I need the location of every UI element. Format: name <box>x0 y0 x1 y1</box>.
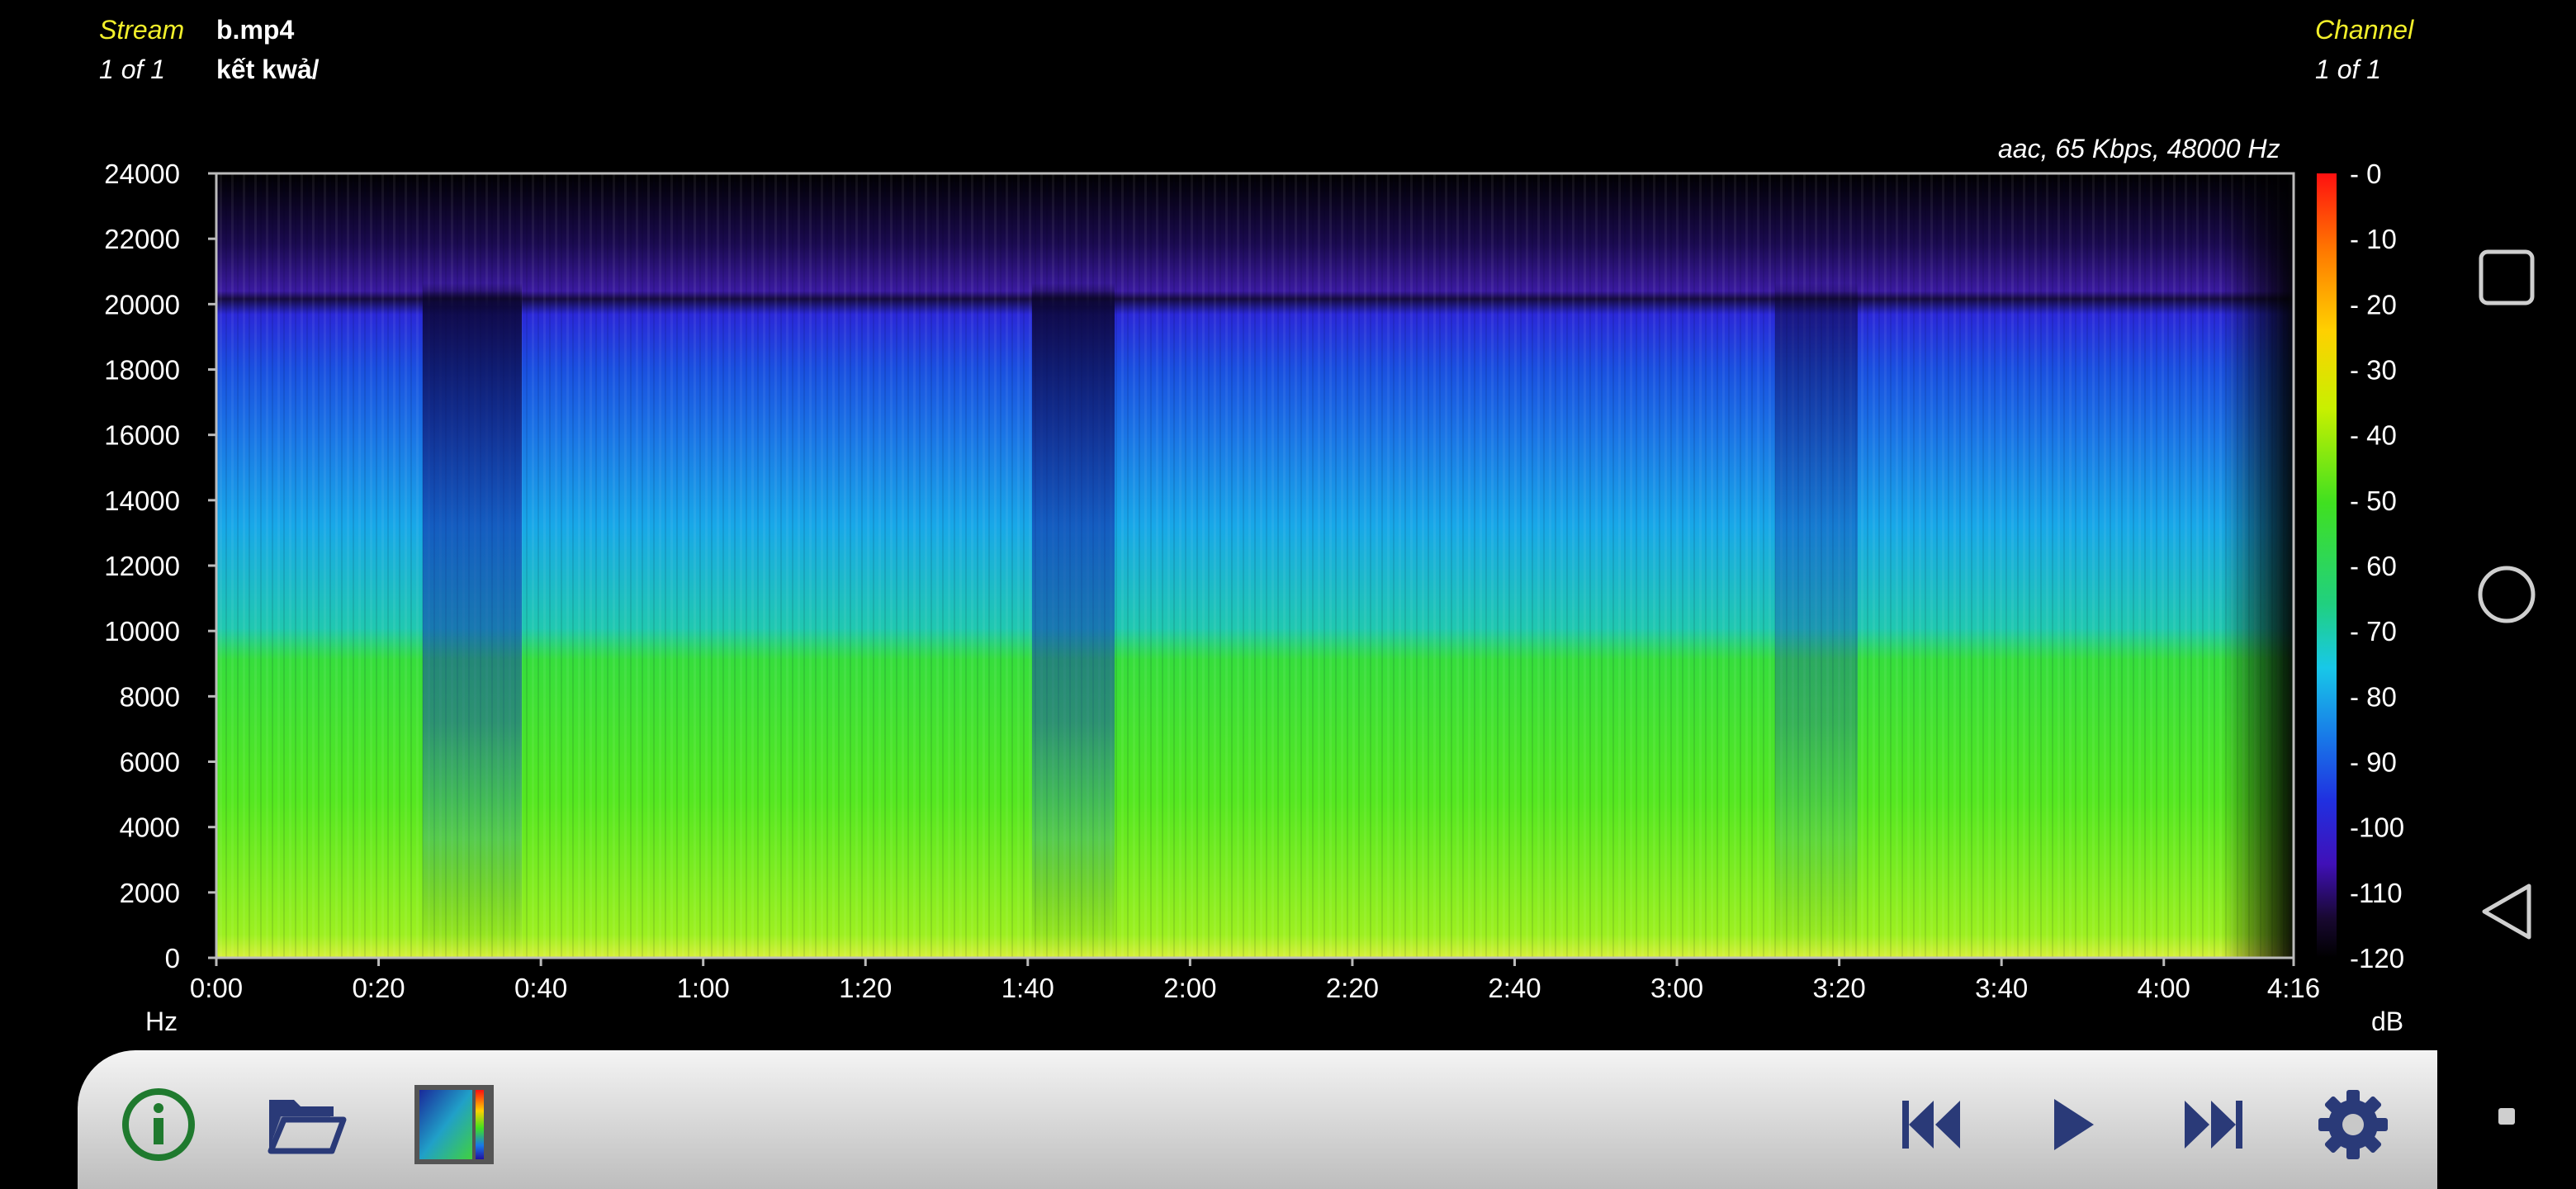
square-icon <box>2479 249 2535 306</box>
quiet-region-2 <box>1032 173 1115 958</box>
x-tick-label: 4:00 <box>2138 973 2190 1003</box>
x-tick-label: 3:20 <box>1813 973 1866 1003</box>
y-tick-label: 16000 <box>104 420 180 451</box>
db-scale-ticks: - 0 - 10 - 20 - 30 - 40 - 50 - 60 - 70 - 80 - 90 -… <box>2350 159 2404 973</box>
y-tick-label: 20000 <box>104 289 180 320</box>
bottom-toolbar <box>78 1050 2437 1189</box>
y-tick-label: 12000 <box>104 551 180 581</box>
x-tick-label: 1:00 <box>677 973 730 1003</box>
y-tick-label: 10000 <box>104 616 180 647</box>
skip-next-icon <box>2185 1101 2242 1149</box>
x-tick-label: 1:40 <box>1002 973 1054 1003</box>
recents-button[interactable] <box>2437 228 2576 327</box>
nav-dot <box>2437 1067 2576 1166</box>
x-tick-label: 1:20 <box>839 973 892 1003</box>
palette-button[interactable] <box>413 1083 495 1166</box>
quiet-region-1 <box>423 173 522 958</box>
x-tick-label: 0:40 <box>514 973 567 1003</box>
next-button[interactable] <box>2171 1083 2254 1166</box>
db-tick-label: -120 <box>2350 943 2404 973</box>
circle-icon <box>2478 566 2536 623</box>
spectrogram-chart: 2400022000200001800016000140001200010000… <box>104 159 2404 1036</box>
x-tick-label: 3:40 <box>1975 973 2028 1003</box>
y-tick-label: 18000 <box>104 355 180 386</box>
y-tick-label: 24000 <box>104 159 180 189</box>
x-tick-label: 4:16 <box>2267 973 2320 1003</box>
y-tick-label: 8000 <box>120 681 180 712</box>
db-tick-label: - 70 <box>2350 616 2397 647</box>
folder-open-icon <box>268 1100 347 1154</box>
settings-button[interactable] <box>2312 1083 2394 1166</box>
db-tick-label: -110 <box>2350 878 2403 908</box>
triangle-back-icon <box>2482 883 2531 940</box>
db-tick-label: - 40 <box>2350 420 2397 451</box>
db-tick-label: - 20 <box>2350 289 2397 320</box>
y-tick-label: 0 <box>165 943 180 973</box>
play-button[interactable] <box>2031 1083 2114 1166</box>
x-tick-label: 2:40 <box>1488 973 1541 1003</box>
quiet-region-3 <box>1775 173 1858 958</box>
y-tick-label: 4000 <box>120 812 180 843</box>
db-tick-label: - 10 <box>2350 224 2397 254</box>
db-tick-label: -100 <box>2350 812 2404 843</box>
gear-icon <box>2318 1090 2388 1159</box>
skip-previous-icon <box>1902 1101 1960 1149</box>
db-tick-label: - 0 <box>2350 159 2382 189</box>
y-unit-label: Hz <box>145 1007 178 1036</box>
previous-button[interactable] <box>1891 1083 1973 1166</box>
play-icon <box>2054 1099 2094 1150</box>
db-tick-label: - 60 <box>2350 551 2397 581</box>
open-file-button[interactable] <box>264 1083 347 1166</box>
x-tick-label: 0:00 <box>190 973 243 1003</box>
y-tick-label: 14000 <box>104 486 180 516</box>
info-icon <box>122 1088 195 1161</box>
x-tick-label: 2:20 <box>1326 973 1379 1003</box>
y-axis-ticks: 2400022000200001800016000140001200010000… <box>104 159 216 973</box>
info-button[interactable] <box>117 1083 200 1166</box>
x-tick-label: 0:20 <box>352 973 405 1003</box>
y-tick-label: 2000 <box>120 878 180 908</box>
y-tick-label: 6000 <box>120 747 180 778</box>
x-tick-label: 3:00 <box>1650 973 1703 1003</box>
y-tick-label: 22000 <box>104 224 180 254</box>
dot-icon <box>2498 1108 2515 1125</box>
x-axis-ticks: 0:00 0:20 0:40 1:00 1:20 1:40 2:00 2:20 2:40 3:00… <box>190 958 2320 1003</box>
home-button[interactable] <box>2437 545 2576 644</box>
end-fade <box>2221 173 2295 958</box>
db-tick-label: - 50 <box>2350 486 2397 516</box>
x-tick-label: 2:00 <box>1163 973 1216 1003</box>
palette-icon <box>414 1085 494 1164</box>
db-color-scale <box>2317 173 2337 958</box>
db-tick-label: - 30 <box>2350 355 2397 386</box>
db-unit-label: dB <box>2371 1007 2403 1036</box>
system-nav-bar <box>2437 0 2576 1189</box>
back-button[interactable] <box>2437 862 2576 961</box>
db-tick-label: - 80 <box>2350 681 2397 712</box>
db-tick-label: - 90 <box>2350 747 2397 778</box>
